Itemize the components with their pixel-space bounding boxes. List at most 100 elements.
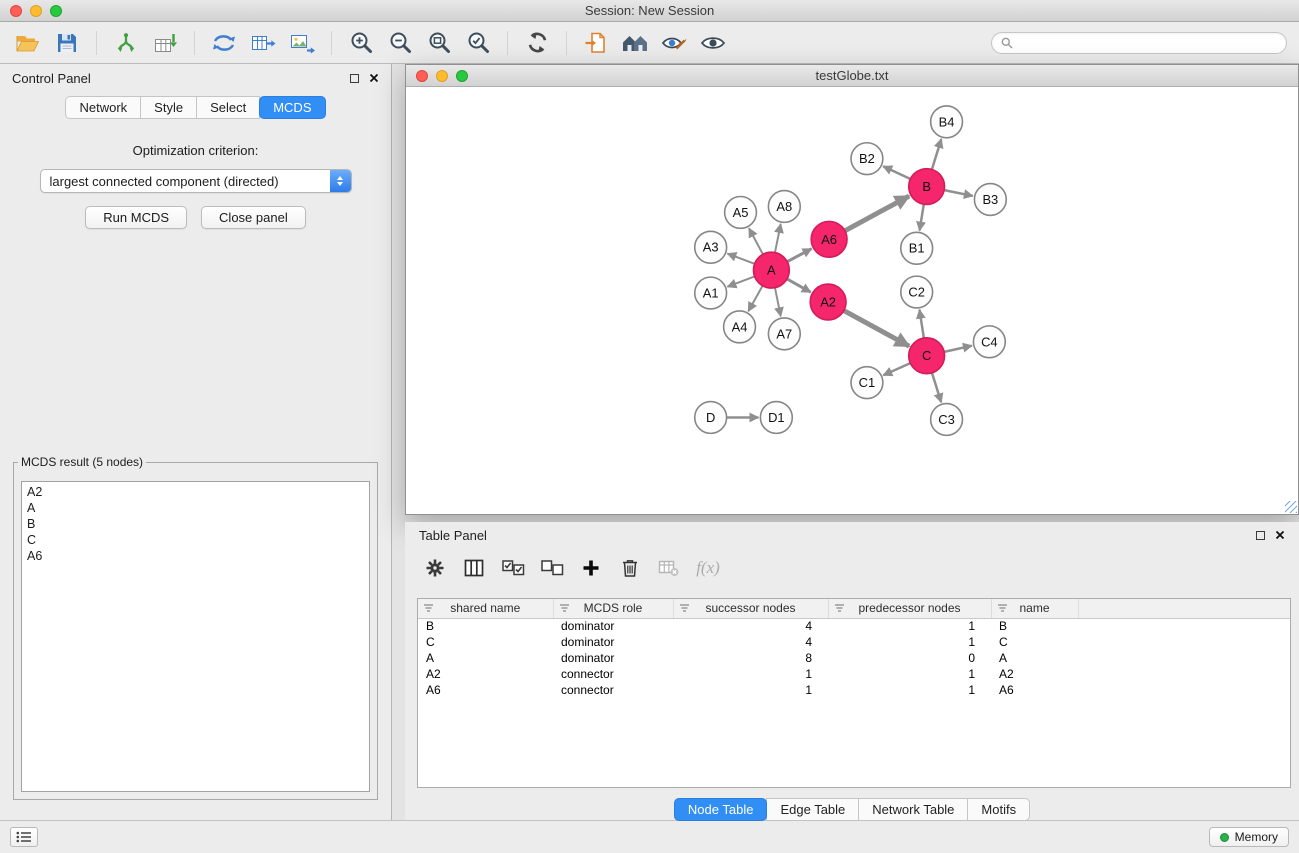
column-header-mcds-role[interactable]: MCDS role bbox=[553, 599, 673, 618]
result-item-b[interactable]: B bbox=[22, 516, 369, 532]
home-neighbors-button[interactable] bbox=[619, 28, 651, 58]
select-all-button[interactable] bbox=[499, 554, 527, 582]
resize-grip-icon[interactable] bbox=[1285, 501, 1297, 513]
cell-mcds-role[interactable]: connector bbox=[553, 682, 673, 698]
mcds-result-list[interactable]: A2ABCA6 bbox=[21, 481, 370, 792]
close-table-panel-icon[interactable] bbox=[1275, 530, 1285, 540]
edge-A-A6[interactable] bbox=[787, 249, 811, 262]
cell-shared-name[interactable]: A bbox=[418, 650, 553, 666]
node-C1[interactable]: C1 bbox=[851, 367, 883, 399]
node-A[interactable]: A bbox=[753, 252, 789, 288]
minimize-window-button[interactable] bbox=[30, 5, 42, 17]
node-B4[interactable]: B4 bbox=[931, 106, 963, 138]
refresh-layout-button[interactable] bbox=[521, 28, 553, 58]
node-A1[interactable]: A1 bbox=[695, 277, 727, 309]
edge-A-A4[interactable] bbox=[748, 286, 762, 311]
cell-predecessor-nodes[interactable]: 1 bbox=[828, 682, 991, 698]
network-close-button[interactable] bbox=[416, 70, 428, 82]
node-B2[interactable]: B2 bbox=[851, 143, 883, 175]
cell-name[interactable]: A bbox=[991, 650, 1078, 666]
network-canvas[interactable]: B4B2BB3A8A5A6A3B1AA1C2A2A4A7C4CC1C3DD1 bbox=[406, 88, 1298, 514]
node-B[interactable]: B bbox=[909, 169, 945, 205]
cell-successor-nodes[interactable]: 1 bbox=[673, 666, 828, 682]
delete-row-button[interactable] bbox=[616, 554, 644, 582]
search-box[interactable] bbox=[991, 32, 1287, 54]
node-A6[interactable]: A6 bbox=[811, 221, 847, 257]
node-D[interactable]: D bbox=[695, 402, 727, 434]
zoom-selected-button[interactable] bbox=[462, 28, 494, 58]
node-B3[interactable]: B3 bbox=[974, 184, 1006, 216]
edge-C-C3[interactable] bbox=[932, 373, 941, 403]
function-builder-button[interactable]: f(x) bbox=[694, 554, 722, 582]
cell-shared-name[interactable]: B bbox=[418, 618, 553, 634]
open-file-button[interactable] bbox=[12, 28, 44, 58]
table-row-a6[interactable]: A6connector11A6 bbox=[418, 682, 1290, 698]
style-preview-button[interactable] bbox=[658, 28, 690, 58]
table-row-a2[interactable]: A2connector11A2 bbox=[418, 666, 1290, 682]
close-panel-button[interactable]: Close panel bbox=[201, 206, 306, 229]
float-panel-icon[interactable] bbox=[350, 74, 359, 83]
node-C2[interactable]: C2 bbox=[901, 276, 933, 308]
columns-button[interactable] bbox=[460, 554, 488, 582]
zoom-in-button[interactable] bbox=[345, 28, 377, 58]
column-header-name[interactable]: name bbox=[991, 599, 1078, 618]
table-row-a[interactable]: Adominator80A bbox=[418, 650, 1290, 666]
edge-A-A5[interactable] bbox=[749, 228, 763, 254]
open-session-doc-button[interactable] bbox=[580, 28, 612, 58]
tab-select[interactable]: Select bbox=[196, 96, 260, 119]
edge-B-B4[interactable] bbox=[932, 139, 941, 169]
edge-C-C2[interactable] bbox=[919, 310, 923, 338]
cell-predecessor-nodes[interactable]: 0 bbox=[828, 650, 991, 666]
export-table-button[interactable] bbox=[247, 28, 279, 58]
edge-A-A8[interactable] bbox=[775, 224, 781, 253]
show-graphics-details-button[interactable] bbox=[697, 28, 729, 58]
export-image-button[interactable] bbox=[286, 28, 318, 58]
node-A8[interactable]: A8 bbox=[768, 191, 800, 223]
cell-successor-nodes[interactable]: 8 bbox=[673, 650, 828, 666]
table-row-c[interactable]: Cdominator41C bbox=[418, 634, 1290, 650]
network-zoom-button[interactable] bbox=[456, 70, 468, 82]
table-tab-node-table[interactable]: Node Table bbox=[674, 798, 768, 821]
memory-button[interactable]: Memory bbox=[1209, 827, 1289, 847]
edge-C-C1[interactable] bbox=[883, 363, 910, 375]
cell-successor-nodes[interactable]: 4 bbox=[673, 634, 828, 650]
edge-B-B3[interactable] bbox=[944, 190, 973, 196]
node-B1[interactable]: B1 bbox=[901, 232, 933, 264]
node-A7[interactable]: A7 bbox=[768, 318, 800, 350]
node-C4[interactable]: C4 bbox=[973, 326, 1005, 358]
column-header-successor-nodes[interactable]: successor nodes bbox=[673, 599, 828, 618]
cell-name[interactable]: A6 bbox=[991, 682, 1078, 698]
zoom-out-button[interactable] bbox=[384, 28, 416, 58]
edge-A-A1[interactable] bbox=[727, 276, 754, 286]
cell-shared-name[interactable]: C bbox=[418, 634, 553, 650]
result-item-a2[interactable]: A2 bbox=[22, 484, 369, 500]
cell-predecessor-nodes[interactable]: 1 bbox=[828, 618, 991, 634]
network-minimize-button[interactable] bbox=[436, 70, 448, 82]
cell-successor-nodes[interactable]: 4 bbox=[673, 618, 828, 634]
cell-name[interactable]: C bbox=[991, 634, 1078, 650]
edge-B-B1[interactable] bbox=[920, 204, 924, 230]
search-input[interactable] bbox=[1018, 35, 1277, 51]
run-mcds-button[interactable]: Run MCDS bbox=[85, 206, 187, 229]
cell-name[interactable]: A2 bbox=[991, 666, 1078, 682]
import-table-button[interactable] bbox=[149, 28, 181, 58]
cell-predecessor-nodes[interactable]: 1 bbox=[828, 666, 991, 682]
node-A4[interactable]: A4 bbox=[724, 311, 756, 343]
result-item-a6[interactable]: A6 bbox=[22, 548, 369, 564]
network-window[interactable]: testGlobe.txt B4B2BB3A8A5A6A3B1AA1C2A2A4… bbox=[405, 64, 1299, 515]
cell-predecessor-nodes[interactable]: 1 bbox=[828, 634, 991, 650]
tab-style[interactable]: Style bbox=[140, 96, 197, 119]
edge-A-A3[interactable] bbox=[727, 254, 754, 264]
cell-shared-name[interactable]: A2 bbox=[418, 666, 553, 682]
table-tab-edge-table[interactable]: Edge Table bbox=[766, 798, 859, 821]
close-panel-icon[interactable] bbox=[369, 73, 379, 83]
node-A3[interactable]: A3 bbox=[695, 231, 727, 263]
close-window-button[interactable] bbox=[10, 5, 22, 17]
task-history-button[interactable] bbox=[10, 827, 38, 847]
column-header-predecessor-nodes[interactable]: predecessor nodes bbox=[828, 599, 991, 618]
edge-A-A7[interactable] bbox=[775, 288, 781, 317]
result-item-a[interactable]: A bbox=[22, 500, 369, 516]
cell-mcds-role[interactable]: dominator bbox=[553, 634, 673, 650]
node-A5[interactable]: A5 bbox=[725, 196, 757, 228]
zoom-window-button[interactable] bbox=[50, 5, 62, 17]
